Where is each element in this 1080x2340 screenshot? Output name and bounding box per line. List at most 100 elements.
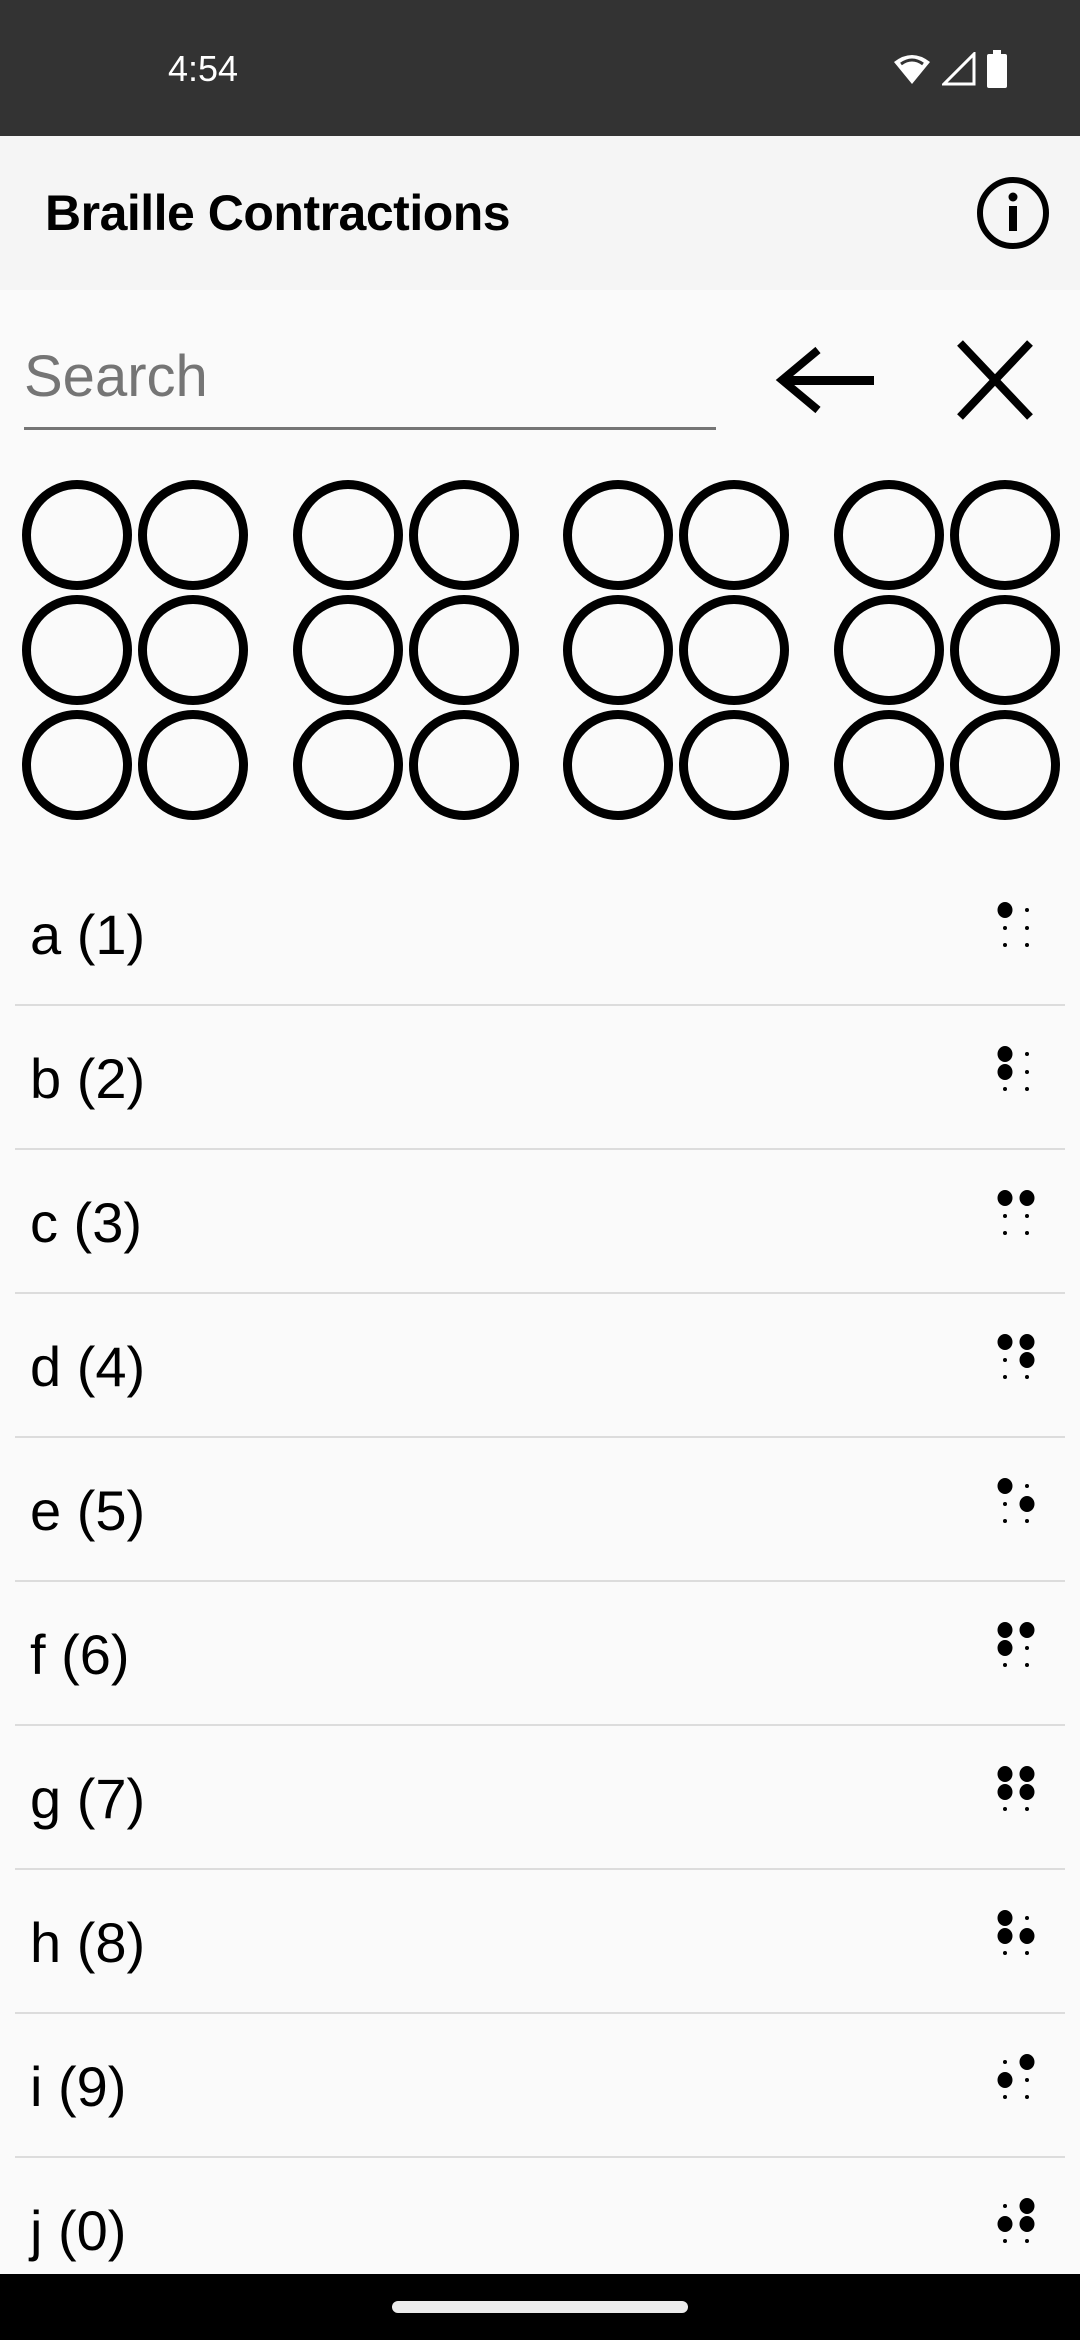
- braille-dot-toggle-5[interactable]: [679, 595, 789, 705]
- list-item-label: c (3): [30, 1191, 142, 1254]
- flat-dot: [1003, 2060, 1007, 2064]
- raised-dot: [1019, 1352, 1035, 1368]
- flat-dot: [1003, 1358, 1007, 1362]
- backspace-button[interactable]: [770, 340, 880, 420]
- braille-glyph-icon: [995, 892, 1045, 962]
- list-item-label: d (4): [30, 1335, 146, 1398]
- braille-dot-toggle-1[interactable]: [563, 480, 673, 590]
- list-item[interactable]: b (2): [15, 1006, 1065, 1150]
- flat-dot: [1003, 1231, 1007, 1235]
- braille-dot-toggle-1[interactable]: [293, 480, 403, 590]
- contractions-list: a (1) b (2) c (3) d (4) e (5) f (6) g (7) h (8)…: [0, 862, 1080, 2302]
- raised-dot: [1019, 2216, 1035, 2232]
- braille-glyph-icon: [995, 1756, 1045, 1826]
- braille-dot-toggle-2[interactable]: [22, 595, 132, 705]
- flat-dot: [1025, 2095, 1029, 2099]
- braille-dot-toggle-3[interactable]: [563, 710, 673, 820]
- raised-dot: [997, 1766, 1013, 1782]
- list-item-label: g (7): [30, 1767, 146, 1830]
- arrow-left-icon: [775, 346, 874, 414]
- braille-dot-toggle-3[interactable]: [293, 710, 403, 820]
- braille-dot-toggle-5[interactable]: [409, 595, 519, 705]
- search-input[interactable]: [24, 336, 716, 416]
- braille-dot-toggle-6[interactable]: [409, 710, 519, 820]
- braille-glyph-icon: [995, 1900, 1045, 1970]
- list-item[interactable]: g (7): [15, 1726, 1065, 1870]
- braille-dot-toggle-2[interactable]: [293, 595, 403, 705]
- raised-dot: [1019, 1190, 1035, 1206]
- flat-dot: [1025, 1375, 1029, 1379]
- raised-dot: [997, 1190, 1013, 1206]
- list-item-label: h (8): [30, 1911, 146, 1974]
- flat-dot: [1003, 2239, 1007, 2243]
- braille-dot-toggle-4[interactable]: [950, 480, 1060, 590]
- flat-dot: [1003, 1519, 1007, 1523]
- flat-dot: [1025, 1231, 1029, 1235]
- braille-dot-toggle-3[interactable]: [834, 710, 944, 820]
- braille-dot-toggle-4[interactable]: [409, 480, 519, 590]
- page-title: Braille Contractions: [45, 185, 511, 241]
- braille-dot-toggle-6[interactable]: [950, 710, 1060, 820]
- list-item[interactable]: h (8): [15, 1870, 1065, 2014]
- list-item-label: f (6): [30, 1623, 130, 1686]
- flat-dot: [1025, 2078, 1029, 2082]
- raised-dot: [997, 1334, 1013, 1350]
- braille-dot-toggle-4[interactable]: [138, 480, 248, 590]
- raised-dot: [1019, 1496, 1035, 1512]
- list-item[interactable]: d (4): [15, 1294, 1065, 1438]
- list-item[interactable]: i (9): [15, 2014, 1065, 2158]
- wifi-icon: [892, 52, 932, 91]
- flat-dot: [1003, 1502, 1007, 1506]
- info-icon: [977, 177, 1049, 249]
- flat-dot: [1003, 1663, 1007, 1667]
- flat-dot: [1025, 908, 1029, 912]
- list-item[interactable]: e (5): [15, 1438, 1065, 1582]
- list-item-label: j (0): [30, 2199, 127, 2262]
- flat-dot: [1025, 1916, 1029, 1920]
- flat-dot: [1003, 943, 1007, 947]
- list-item-label: e (5): [30, 1479, 146, 1542]
- info-button[interactable]: [976, 176, 1050, 250]
- raised-dot: [997, 1478, 1013, 1494]
- braille-dot-toggle-1[interactable]: [834, 480, 944, 590]
- braille-dot-toggle-6[interactable]: [138, 710, 248, 820]
- braille-dot-toggle-4[interactable]: [679, 480, 789, 590]
- braille-dot-toggle-1[interactable]: [22, 480, 132, 590]
- raised-dot: [997, 1784, 1013, 1800]
- status-icons: [892, 50, 1008, 93]
- home-gesture-handle[interactable]: [392, 2301, 688, 2313]
- raised-dot: [1019, 1766, 1035, 1782]
- flat-dot: [1025, 1087, 1029, 1091]
- list-item[interactable]: a (1): [15, 862, 1065, 1006]
- braille-dot-toggle-6[interactable]: [679, 710, 789, 820]
- braille-dot-toggle-2[interactable]: [834, 595, 944, 705]
- flat-dot: [1025, 1214, 1029, 1218]
- raised-dot: [997, 2072, 1013, 2088]
- flat-dot: [1003, 2095, 1007, 2099]
- raised-dot: [997, 1910, 1013, 1926]
- close-icon: [957, 340, 1033, 420]
- flat-dot: [1025, 1807, 1029, 1811]
- braille-dot-toggle-5[interactable]: [950, 595, 1060, 705]
- list-item-label: i (9): [30, 2055, 127, 2118]
- braille-dot-toggle-3[interactable]: [22, 710, 132, 820]
- search-field[interactable]: [24, 330, 716, 430]
- status-time: 4:54: [168, 48, 239, 89]
- clear-button[interactable]: [950, 335, 1040, 425]
- braille-dot-toggle-5[interactable]: [138, 595, 248, 705]
- cellular-signal-icon: [940, 50, 976, 91]
- braille-glyph-icon: [995, 1036, 1045, 1106]
- braille-glyph-icon: [995, 1180, 1045, 1250]
- list-item[interactable]: f (6): [15, 1582, 1065, 1726]
- raised-dot: [997, 1046, 1013, 1062]
- raised-dot: [1019, 2198, 1035, 2214]
- braille-glyph-icon: [995, 2188, 1045, 2258]
- app-bar: Braille Contractions: [0, 136, 1080, 290]
- flat-dot: [1003, 926, 1007, 930]
- braille-dot-toggle-2[interactable]: [563, 595, 673, 705]
- raised-dot: [997, 2216, 1013, 2232]
- raised-dot: [997, 1928, 1013, 1944]
- flat-dot: [1003, 1375, 1007, 1379]
- list-item[interactable]: c (3): [15, 1150, 1065, 1294]
- navigation-bar: [0, 2274, 1080, 2340]
